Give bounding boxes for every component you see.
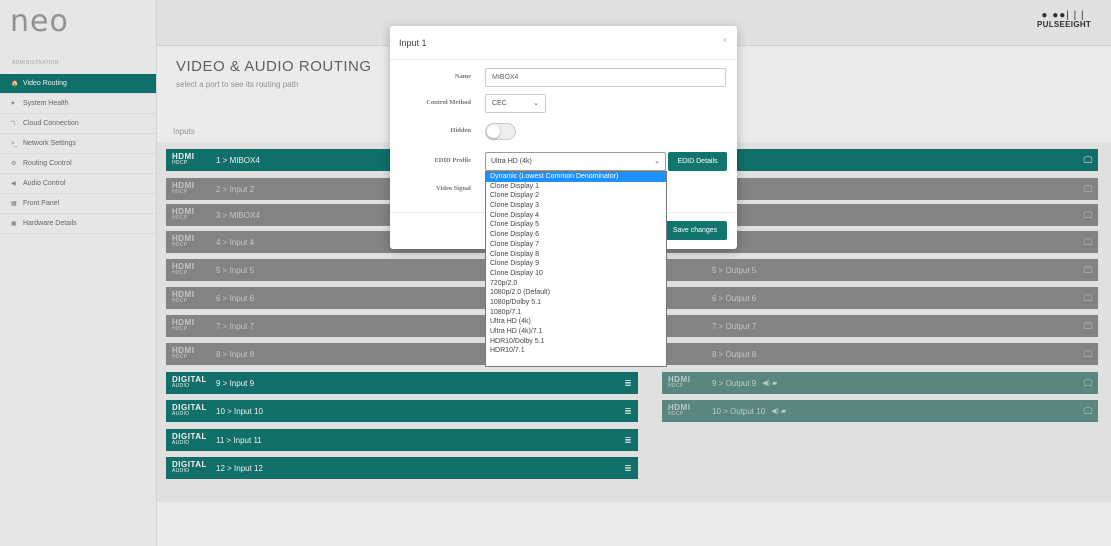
- dropdown-option[interactable]: 1080p/2.0 (Default): [486, 288, 666, 298]
- close-icon[interactable]: ×: [722, 36, 727, 45]
- dropdown-option[interactable]: Clone Display 10: [486, 269, 666, 279]
- control-method-label: Control Method: [426, 99, 471, 106]
- dropdown-option[interactable]: Clone Display 3: [486, 201, 666, 211]
- dropdown-option[interactable]: Clone Display 6: [486, 230, 666, 240]
- control-method-select[interactable]: CEC ⌄: [485, 94, 546, 113]
- hidden-label: Hidden: [450, 127, 471, 134]
- hidden-row: Hidden: [390, 122, 737, 142]
- dropdown-option[interactable]: 1080p/7.1: [486, 308, 666, 318]
- dropdown-option[interactable]: Clone Display 7: [486, 240, 666, 250]
- toggle-knob: [487, 125, 500, 138]
- edid-profile-label: EDID Profile: [434, 157, 471, 164]
- hidden-toggle[interactable]: [485, 123, 516, 140]
- edid-profile-dropdown-list[interactable]: Dynamic (Lowest Common Denominator) Clone…: [485, 171, 667, 367]
- dropdown-option[interactable]: Ultra HD (4k): [486, 317, 666, 327]
- name-input[interactable]: MIBOX4: [485, 68, 726, 87]
- dropdown-option[interactable]: Clone Display 4: [486, 211, 666, 221]
- video-signal-label: Video Signal: [436, 185, 471, 192]
- dropdown-option[interactable]: Clone Display 1: [486, 182, 666, 192]
- chevron-down-icon: ⌄: [654, 158, 660, 165]
- dropdown-option[interactable]: Ultra HD (4k)/7.1: [486, 327, 666, 337]
- name-row: Name MIBOX4: [390, 68, 737, 88]
- edid-details-button[interactable]: EDID Details: [668, 152, 727, 171]
- control-method-row: Control Method CEC ⌄: [390, 94, 737, 114]
- control-method-value: CEC: [492, 100, 507, 107]
- dropdown-option[interactable]: 1080p/Dolby 5.1: [486, 298, 666, 308]
- dropdown-option[interactable]: 720p/2.0: [486, 279, 666, 289]
- dropdown-option[interactable]: Clone Display 9: [486, 259, 666, 269]
- modal-title: Input 1: [390, 26, 737, 60]
- edid-profile-row: EDID Profile Ultra HD (4k) ⌄ EDID Detail…: [390, 152, 737, 172]
- edid-profile-value: Ultra HD (4k): [491, 158, 532, 165]
- save-changes-button[interactable]: Save changes: [663, 221, 727, 240]
- dropdown-option[interactable]: Clone Display 2: [486, 191, 666, 201]
- dropdown-option[interactable]: HDR10/Dolby 5.1: [486, 337, 666, 347]
- edid-profile-select[interactable]: Ultra HD (4k) ⌄: [485, 152, 666, 171]
- name-label: Name: [454, 73, 471, 80]
- chevron-down-icon: ⌄: [533, 100, 539, 107]
- dropdown-option[interactable]: HDR10/7.1: [486, 346, 666, 356]
- dropdown-option[interactable]: Clone Display 8: [486, 250, 666, 260]
- dropdown-option[interactable]: Dynamic (Lowest Common Denominator): [486, 172, 666, 182]
- dropdown-option[interactable]: Clone Display 5: [486, 220, 666, 230]
